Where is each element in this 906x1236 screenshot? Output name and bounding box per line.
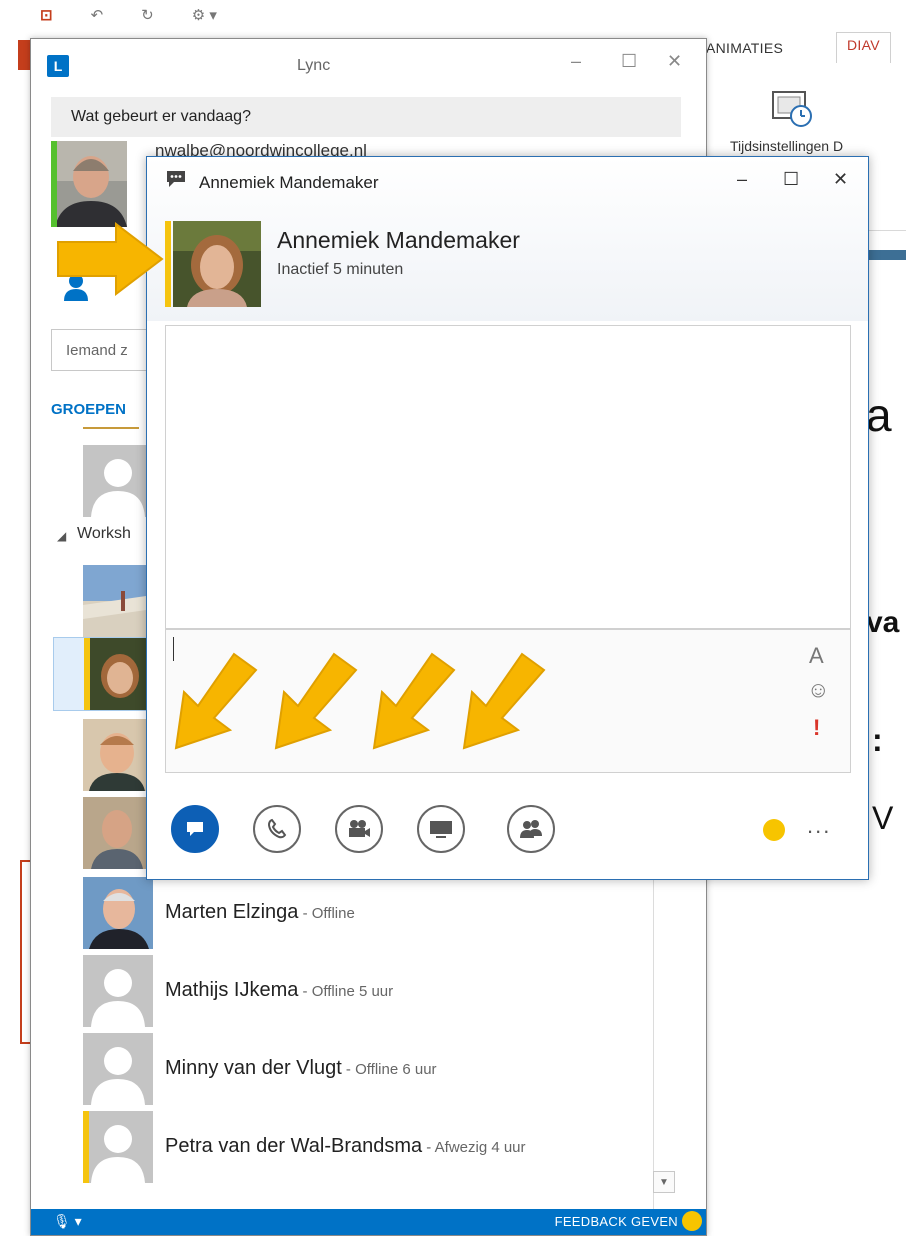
avatar — [83, 797, 153, 869]
participants-icon — [520, 820, 542, 838]
contact-status: - Offline 5 uur — [298, 983, 394, 1000]
scroll-down-icon[interactable]: ▼ — [653, 1171, 675, 1193]
contact-status: - Offline — [298, 905, 355, 922]
contact-name: Annemiek Mandemaker — [277, 227, 520, 253]
my-presence-bar — [51, 141, 57, 227]
priority-icon[interactable]: ! — [813, 715, 820, 741]
emoticon-icon[interactable]: ☺ — [807, 677, 829, 703]
phone-icon — [267, 818, 287, 839]
list-item[interactable]: Marten Elzinga - Offline — [83, 877, 643, 951]
call-button[interactable] — [253, 805, 301, 853]
participants-button[interactable] — [507, 805, 555, 853]
feedback-link[interactable]: FEEDBACK GEVEN — [555, 1214, 678, 1229]
undo-icon[interactable]: ↶ — [91, 6, 104, 24]
tab-groups[interactable]: GROEPEN — [51, 401, 126, 418]
lync-logo-icon: L — [47, 55, 69, 77]
avatar — [83, 445, 153, 517]
ppt-file-tab[interactable] — [18, 40, 30, 70]
slide-text: va — [866, 606, 900, 639]
slide-thumbnail[interactable] — [20, 860, 30, 1044]
avatar — [83, 1033, 153, 1105]
contact-name: Minny van der Vlugt - Offline 6 uur — [165, 1057, 437, 1079]
annotation-arrow-down-left — [274, 652, 358, 750]
list-item[interactable]: Minny van der Vlugt - Offline 6 uur — [83, 1033, 643, 1107]
contact-name: Marten Elzinga - Offline — [165, 901, 355, 923]
minimize-icon[interactable]: – — [571, 51, 581, 72]
tab-diavoorstelling[interactable]: DIAV — [836, 32, 891, 63]
contact-name: Mathijs IJkema - Offline 5 uur — [165, 979, 394, 1001]
avatar — [83, 719, 153, 791]
video-icon — [349, 820, 370, 837]
font-tool-icon[interactable]: A — [809, 643, 824, 669]
close-icon[interactable]: ✕ — [833, 169, 848, 190]
presence-bar — [83, 1111, 89, 1183]
chat-icon — [187, 822, 203, 836]
conversation-title: Annemiek Mandemaker — [199, 173, 379, 192]
contact-status: Inactief 5 minuten — [277, 261, 404, 278]
quick-access-toolbar: ⊡ ↶ ↻ ⚙ ▾ — [40, 0, 217, 30]
annotation-arrow-down-left — [462, 652, 546, 750]
status-input[interactable]: Wat gebeurt er vandaag? — [51, 97, 681, 137]
annotation-arrow-right — [57, 222, 164, 296]
group-header[interactable]: Worksh — [77, 525, 131, 543]
minimize-icon[interactable]: – — [737, 169, 747, 190]
timing-label[interactable]: Tijdsinstellingen D — [730, 138, 843, 154]
chat-button[interactable] — [171, 805, 219, 853]
avatar — [83, 955, 153, 1027]
smiley-icon[interactable] — [763, 819, 785, 841]
chat-icon — [167, 171, 185, 187]
maximize-icon[interactable]: ☐ — [783, 169, 799, 190]
annotation-arrow-down-left — [174, 652, 258, 750]
mic-settings-icon[interactable]: 🎙 ▾ — [53, 1213, 82, 1230]
present-button[interactable] — [417, 805, 465, 853]
customize-icon[interactable]: ⚙ ▾ — [192, 6, 217, 24]
avatar — [83, 1111, 153, 1183]
message-history — [165, 325, 851, 629]
tab-animaties[interactable]: ANIMATIES — [706, 40, 783, 56]
avatar — [83, 565, 153, 637]
contact-photo[interactable] — [173, 221, 261, 307]
lync-title: Lync — [297, 57, 331, 74]
close-icon[interactable]: ✕ — [667, 51, 682, 72]
contact-status: - Afwezig 4 uur — [422, 1139, 526, 1156]
powerpoint-icon[interactable]: ⊡ — [40, 6, 53, 24]
contact-name: Petra van der Wal-Brandsma - Afwezig 4 u… — [165, 1135, 526, 1157]
annotation-arrow-down-left — [372, 652, 456, 750]
avatar — [84, 638, 154, 710]
lync-footer: 🎙 ▾ FEEDBACK GEVEN — [31, 1209, 706, 1235]
my-avatar[interactable] — [51, 141, 127, 227]
more-icon[interactable]: ... — [807, 813, 831, 839]
collapse-icon[interactable]: ◢ — [57, 529, 66, 543]
contact-status: - Offline 6 uur — [341, 1061, 437, 1078]
maximize-icon[interactable]: ☐ — [621, 51, 637, 72]
list-item[interactable]: Mathijs IJkema - Offline 5 uur — [83, 955, 643, 1029]
avatar — [83, 877, 153, 949]
slide-text: V — [872, 800, 894, 836]
list-item[interactable]: Petra van der Wal-Brandsma - Afwezig 4 u… — [83, 1111, 643, 1185]
conversation-window: Annemiek Mandemaker – ☐ ✕ Annemiek Mande… — [146, 156, 869, 880]
video-button[interactable] — [335, 805, 383, 853]
slide-text: a — [866, 389, 892, 441]
slide-strip — [866, 250, 906, 260]
ribbon-tabs: ANIMATIES DIAV — [700, 32, 906, 71]
smiley-icon[interactable] — [682, 1211, 702, 1231]
presence-bar — [84, 638, 90, 710]
slide-text: : — [872, 722, 883, 758]
present-icon — [430, 821, 452, 838]
timing-icon[interactable] — [770, 86, 814, 130]
tab-underline — [83, 427, 139, 429]
redo-icon[interactable]: ↻ — [141, 6, 154, 24]
